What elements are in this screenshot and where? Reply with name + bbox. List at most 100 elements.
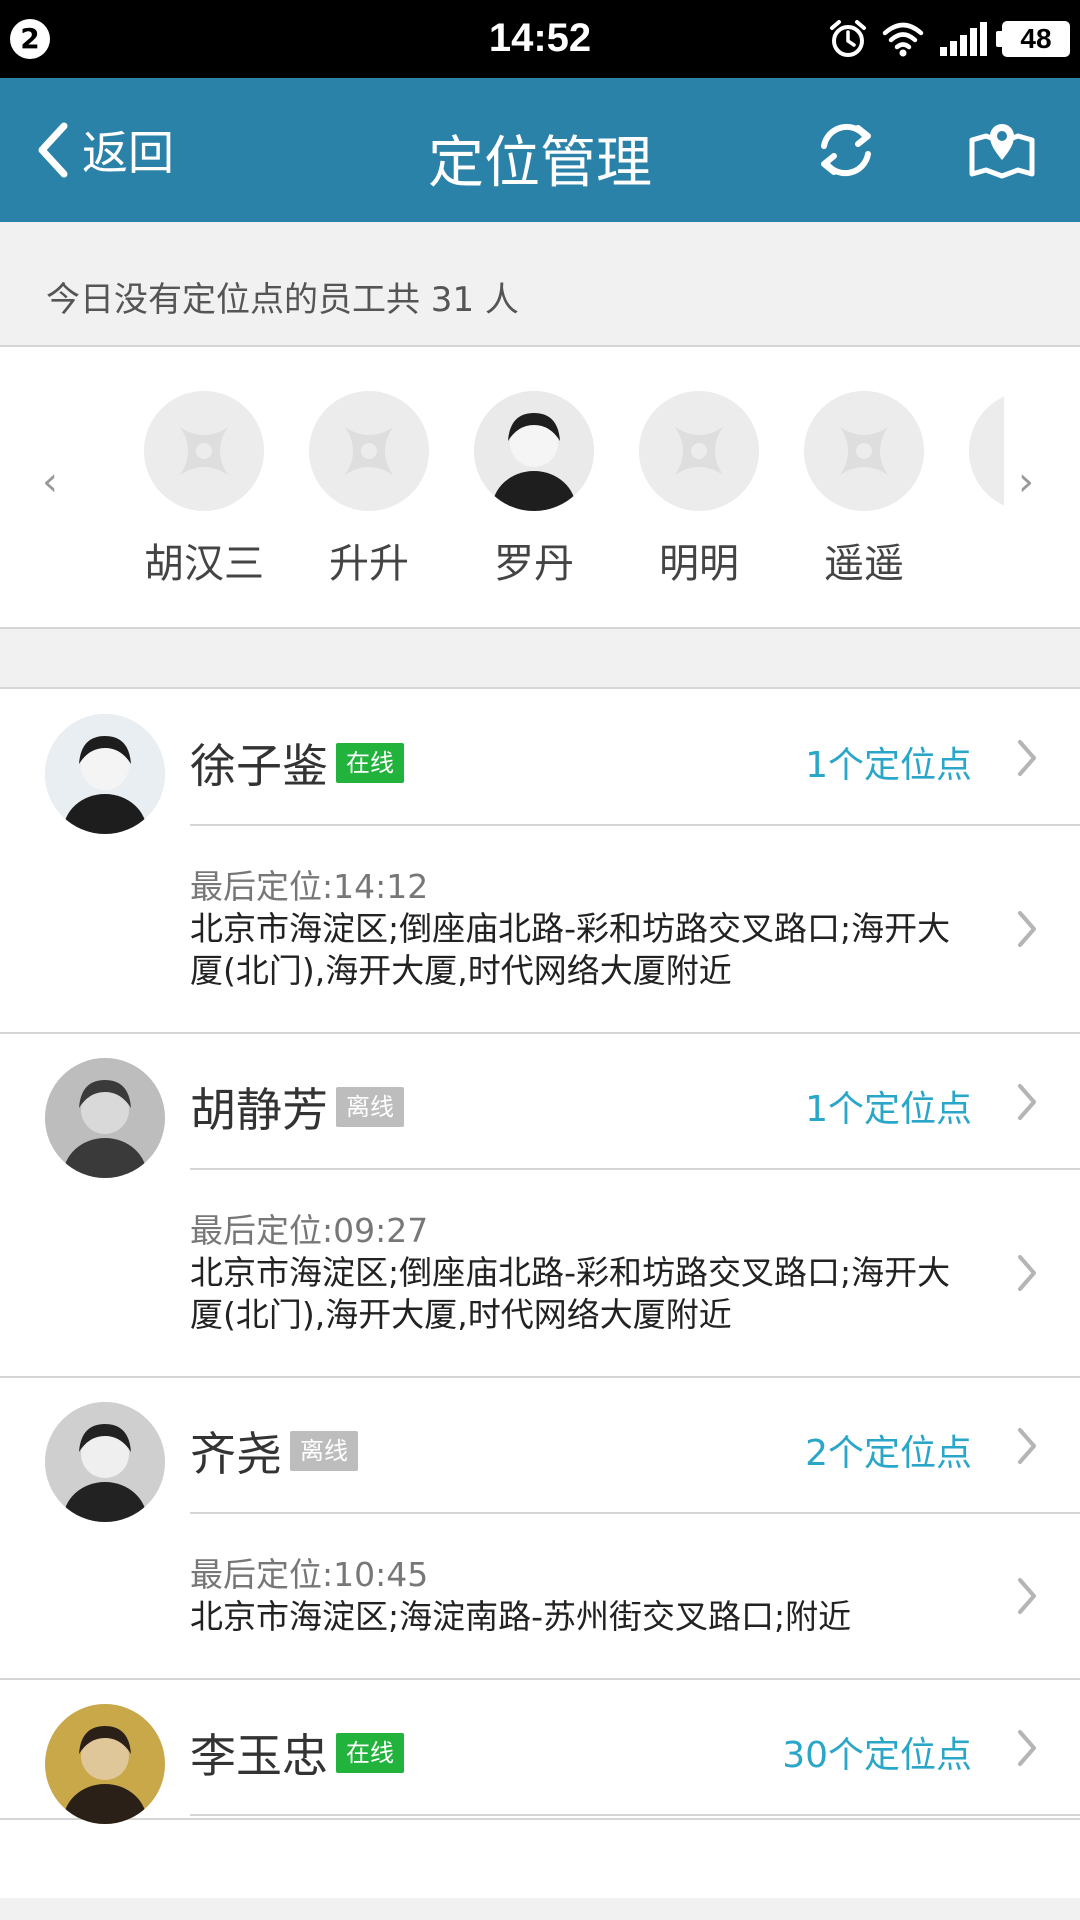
employee-summary[interactable]: 齐尧 离线 2个定位点 bbox=[0, 1378, 1080, 1522]
carousel-person[interactable]: 罗丹 bbox=[450, 391, 615, 589]
employee-list: 徐子鉴 在线 1个定位点 最后定位:14:12 北京市海淀区;倒座庙北路-彩和坊路交叉路… bbox=[0, 690, 1080, 1824]
divider bbox=[190, 1814, 1080, 1816]
last-location-address: 北京市海淀区;海淀南路-苏州街交叉路口;附近 bbox=[190, 1597, 852, 1636]
avatar bbox=[45, 1058, 165, 1178]
carousel-person-name: 胡汉三 bbox=[144, 541, 264, 587]
back-button[interactable]: 返回 bbox=[36, 114, 174, 186]
placeholder-avatar-icon bbox=[309, 391, 429, 511]
placeholder-avatar-icon bbox=[639, 391, 759, 511]
last-location-detail[interactable]: 最后定位:10:45 北京市海淀区;海淀南路-苏州街交叉路口;附近 bbox=[0, 1514, 1080, 1678]
status-icons: 48 bbox=[828, 17, 1070, 61]
employee-name-group: 李玉忠 在线 bbox=[190, 1720, 404, 1786]
signal-icon bbox=[940, 22, 987, 56]
status-badge: 离线 bbox=[290, 1431, 358, 1471]
chevron-right-icon bbox=[1018, 1084, 1036, 1120]
wifi-icon bbox=[882, 22, 924, 57]
carousel-person[interactable] bbox=[945, 391, 1004, 589]
carousel-person-name: 遥遥 bbox=[824, 541, 904, 587]
last-location-address: 北京市海淀区;倒座庙北路-彩和坊路交叉路口;海开大厦(北门),海开大厦,时代网络… bbox=[190, 1253, 951, 1334]
placeholder-avatar-icon bbox=[144, 391, 264, 511]
chevron-right-icon bbox=[1018, 1255, 1036, 1291]
carousel-person[interactable]: 明明 bbox=[615, 391, 780, 589]
employee-row: 胡静芳 离线 1个定位点最后定位:09:27 北京市海淀区;倒座庙北路-彩和坊路交叉路… bbox=[0, 1034, 1080, 1378]
employee-name-group: 徐子鉴 在线 bbox=[190, 730, 404, 796]
last-location-label: 最后定位: bbox=[190, 867, 334, 906]
refresh-icon bbox=[821, 123, 871, 177]
back-label: 返回 bbox=[82, 126, 174, 180]
last-location-time: 最后定位:09:27 bbox=[190, 1210, 970, 1252]
carousel-track: 胡汉三 升升 罗丹 明明 遥遥 bbox=[120, 391, 1004, 589]
bottom-strip bbox=[0, 1898, 1080, 1920]
carousel-person-name: 升升 bbox=[329, 541, 409, 587]
chevron-right-icon bbox=[1018, 911, 1036, 947]
avatar bbox=[474, 391, 594, 511]
employee-name: 齐尧 bbox=[190, 1427, 282, 1481]
last-location-label: 最后定位: bbox=[190, 1211, 334, 1250]
avatar bbox=[144, 391, 264, 511]
employee-summary[interactable]: 李玉忠 在线 30个定位点 bbox=[0, 1680, 1080, 1824]
last-location-time-value: 14:12 bbox=[333, 867, 429, 906]
employee-row: 齐尧 离线 2个定位点最后定位:10:45 北京市海淀区;海淀南路-苏州街交叉路口;附… bbox=[0, 1378, 1080, 1680]
carousel-person[interactable]: 升升 bbox=[285, 391, 450, 589]
employee-row: 李玉忠 在线 30个定位点 bbox=[0, 1680, 1080, 1824]
section-gap bbox=[0, 629, 1080, 689]
employee-summary[interactable]: 胡静芳 离线 1个定位点 bbox=[0, 1034, 1080, 1178]
refresh-button[interactable] bbox=[810, 114, 882, 186]
location-count: 30个定位点 bbox=[782, 1735, 972, 1776]
employee-name: 胡静芳 bbox=[190, 1083, 328, 1137]
chevron-right-icon bbox=[1018, 1578, 1036, 1614]
employee-row: 徐子鉴 在线 1个定位点最后定位:14:12 北京市海淀区;倒座庙北路-彩和坊路交叉路… bbox=[0, 690, 1080, 1034]
last-location-address: 北京市海淀区;倒座庙北路-彩和坊路交叉路口;海开大厦(北门),海开大厦,时代网络… bbox=[190, 909, 951, 990]
photo-avatar-icon bbox=[45, 1402, 165, 1522]
chevron-left-icon bbox=[38, 122, 68, 178]
photo-avatar-icon bbox=[45, 1704, 165, 1824]
last-location-time-value: 10:45 bbox=[333, 1555, 429, 1594]
chevron-right-icon bbox=[1018, 740, 1036, 776]
summary-text: 今日没有定位点的员工共 31 人 bbox=[46, 280, 519, 320]
employee-name-group: 齐尧 离线 bbox=[190, 1418, 358, 1484]
placeholder-avatar-icon bbox=[969, 396, 1004, 506]
last-location-label: 最后定位: bbox=[190, 1555, 334, 1594]
map-button[interactable] bbox=[966, 114, 1038, 186]
carousel-person-name: 罗丹 bbox=[494, 541, 574, 587]
last-location-time-value: 09:27 bbox=[333, 1211, 429, 1250]
photo-avatar-icon bbox=[474, 391, 594, 511]
no-location-carousel: ‹ 胡汉三 升升 罗丹 明明 遥遥 › bbox=[0, 347, 1080, 629]
carousel-person[interactable]: 遥遥 bbox=[780, 391, 945, 589]
last-location-detail[interactable]: 最后定位:09:27 北京市海淀区;倒座庙北路-彩和坊路交叉路口;海开大厦(北门)… bbox=[0, 1170, 1080, 1376]
last-location-time: 最后定位:14:12 bbox=[190, 866, 970, 908]
avatar bbox=[309, 391, 429, 511]
placeholder-avatar-icon bbox=[804, 391, 924, 511]
status-badge: 在线 bbox=[336, 1733, 404, 1773]
chevron-right-icon bbox=[1018, 1428, 1036, 1464]
map-pin-icon bbox=[969, 124, 1035, 179]
battery-icon: 48 bbox=[996, 21, 1070, 57]
location-count: 1个定位点 bbox=[805, 1089, 972, 1130]
employee-summary[interactable]: 徐子鉴 在线 1个定位点 bbox=[0, 690, 1080, 834]
alarm-icon bbox=[830, 20, 866, 57]
avatar bbox=[804, 391, 924, 511]
location-count: 1个定位点 bbox=[805, 745, 972, 786]
status-badge: 离线 bbox=[336, 1087, 404, 1127]
last-location-time: 最后定位:10:45 bbox=[190, 1554, 970, 1596]
employee-name: 李玉忠 bbox=[190, 1729, 328, 1783]
carousel-person-name: 明明 bbox=[659, 541, 739, 587]
avatar bbox=[969, 391, 1004, 511]
avatar bbox=[45, 1402, 165, 1522]
avatar bbox=[45, 714, 165, 834]
location-count: 2个定位点 bbox=[805, 1433, 972, 1474]
status-bar: 2 14:52 48 bbox=[0, 0, 1080, 78]
nav-bar: 返回 定位管理 bbox=[0, 78, 1080, 222]
carousel-person[interactable]: 胡汉三 bbox=[120, 391, 285, 589]
status-badge: 在线 bbox=[336, 743, 404, 783]
carousel-next-button[interactable]: › bbox=[1018, 459, 1034, 505]
employee-name-group: 胡静芳 离线 bbox=[190, 1074, 404, 1140]
photo-avatar-icon bbox=[45, 1058, 165, 1178]
carousel-viewport: 胡汉三 升升 罗丹 明明 遥遥 bbox=[120, 391, 1004, 591]
summary-bar: 今日没有定位点的员工共 31 人 bbox=[0, 222, 1080, 347]
employee-name: 徐子鉴 bbox=[190, 739, 328, 793]
photo-avatar-icon bbox=[45, 714, 165, 834]
avatar bbox=[45, 1704, 165, 1824]
last-location-detail[interactable]: 最后定位:14:12 北京市海淀区;倒座庙北路-彩和坊路交叉路口;海开大厦(北门)… bbox=[0, 826, 1080, 1032]
carousel-prev-button[interactable]: ‹ bbox=[42, 459, 58, 505]
